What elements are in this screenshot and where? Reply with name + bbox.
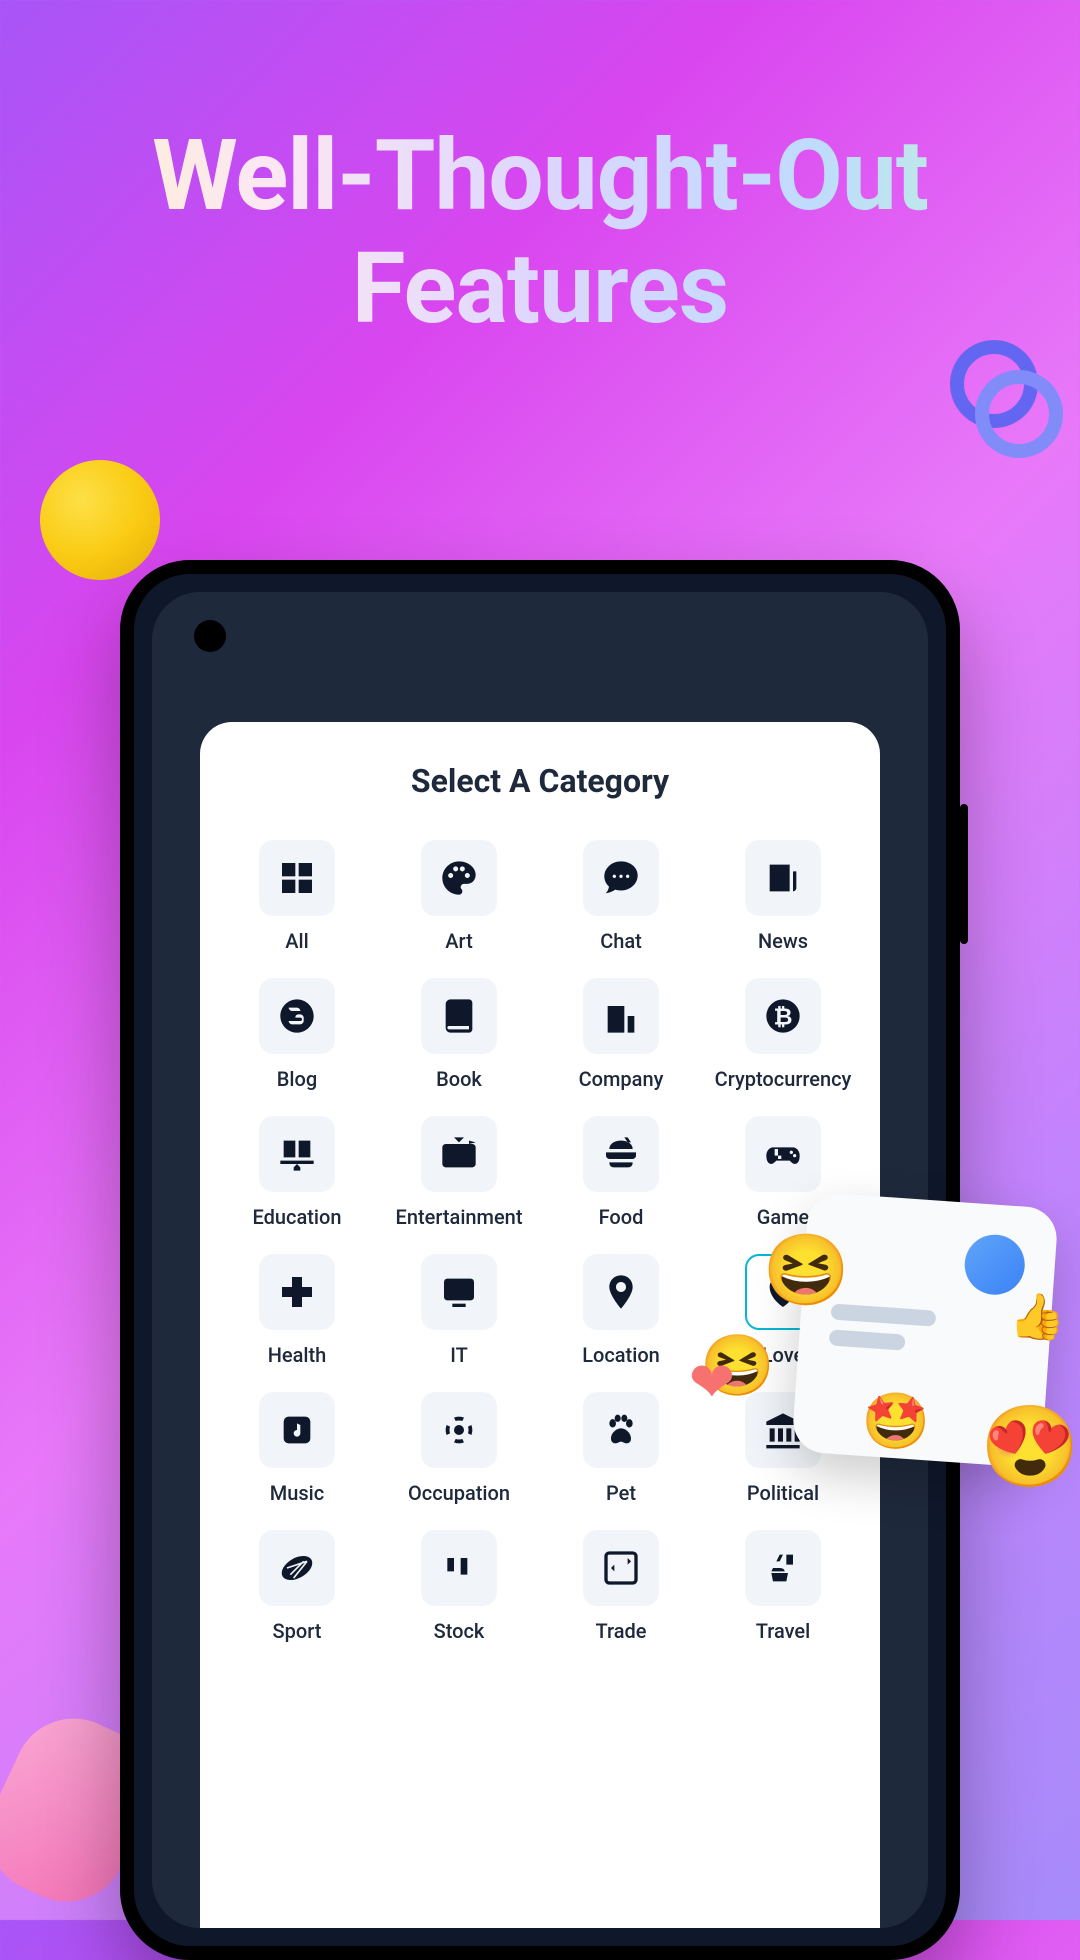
sport-icon bbox=[259, 1530, 335, 1606]
category-label: All bbox=[285, 928, 308, 954]
travel-icon bbox=[745, 1530, 821, 1606]
category-label: Health bbox=[268, 1342, 327, 1368]
category-food[interactable]: Food bbox=[548, 1116, 694, 1230]
category-label: Blog bbox=[277, 1066, 317, 1092]
category-label: Education bbox=[253, 1204, 342, 1230]
book-icon bbox=[421, 978, 497, 1054]
category-location[interactable]: Location bbox=[548, 1254, 694, 1368]
category-company[interactable]: Company bbox=[548, 978, 694, 1092]
headline-line2: Features bbox=[352, 231, 728, 346]
category-occupation[interactable]: Occupation bbox=[386, 1392, 532, 1506]
grid-icon bbox=[259, 840, 335, 916]
palette-icon bbox=[421, 840, 497, 916]
category-label: Travel bbox=[756, 1618, 810, 1644]
education-icon bbox=[259, 1116, 335, 1192]
category-chat[interactable]: Chat bbox=[548, 840, 694, 954]
gamepad-icon bbox=[745, 1116, 821, 1192]
category-label: IT bbox=[450, 1342, 468, 1368]
category-all[interactable]: All bbox=[224, 840, 370, 954]
category-label: Game bbox=[757, 1204, 810, 1230]
newspaper-icon bbox=[745, 840, 821, 916]
category-label: Entertainment bbox=[396, 1204, 523, 1230]
category-art[interactable]: Art bbox=[386, 840, 532, 954]
rings-decoration bbox=[950, 340, 1050, 440]
music-icon bbox=[259, 1392, 335, 1468]
category-label: Cryptocurrency bbox=[715, 1066, 852, 1092]
category-news[interactable]: News bbox=[710, 840, 856, 954]
health-icon bbox=[259, 1254, 335, 1330]
headline-line1: Well-Thought-Out bbox=[152, 118, 928, 233]
category-label: Political bbox=[747, 1480, 819, 1506]
stock-icon bbox=[421, 1530, 497, 1606]
occupation-icon bbox=[421, 1392, 497, 1468]
paw-icon bbox=[583, 1392, 659, 1468]
category-label: Location bbox=[582, 1342, 660, 1368]
camera-hole bbox=[194, 620, 226, 652]
category-entertainment[interactable]: Entertainment bbox=[386, 1116, 532, 1230]
blogger-icon bbox=[259, 978, 335, 1054]
category-cryptocurrency[interactable]: ₿ Cryptocurrency bbox=[710, 978, 856, 1092]
building-icon bbox=[583, 978, 659, 1054]
food-icon bbox=[583, 1116, 659, 1192]
category-modal: Select A Category All Art Chat News Blog Book… bbox=[200, 722, 880, 1928]
location-icon bbox=[583, 1254, 659, 1330]
card-line bbox=[829, 1329, 906, 1350]
heart-eyes-emoji-icon: 😍 bbox=[980, 1400, 1080, 1494]
category-label: Stock bbox=[434, 1618, 485, 1644]
category-label: Pet bbox=[606, 1480, 636, 1506]
avatar-icon bbox=[963, 1233, 1027, 1297]
category-book[interactable]: Book bbox=[386, 978, 532, 1092]
category-label: Chat bbox=[600, 928, 642, 954]
thumbs-up-icon: 👍 bbox=[1009, 1290, 1065, 1343]
trade-icon bbox=[583, 1530, 659, 1606]
bitcoin-icon: ₿ bbox=[745, 978, 821, 1054]
category-it[interactable]: IT bbox=[386, 1254, 532, 1368]
category-music[interactable]: Music bbox=[224, 1392, 370, 1506]
category-pet[interactable]: Pet bbox=[548, 1392, 694, 1506]
category-label: News bbox=[758, 928, 808, 954]
category-sport[interactable]: Sport bbox=[224, 1530, 370, 1644]
category-health[interactable]: Health bbox=[224, 1254, 370, 1368]
modal-title: Select A Category bbox=[224, 762, 856, 800]
category-education[interactable]: Education bbox=[224, 1116, 370, 1230]
category-label: Art bbox=[445, 928, 472, 954]
category-label: Book bbox=[436, 1066, 482, 1092]
laughing-emoji-icon: 😆 bbox=[763, 1230, 850, 1312]
phone-side-button bbox=[960, 804, 968, 944]
svg-text:₿: ₿ bbox=[773, 1002, 792, 1030]
category-label: Occupation bbox=[408, 1480, 510, 1506]
category-grid: All Art Chat News Blog Book Company ₿ Cryptocurr… bbox=[224, 840, 856, 1644]
page-headline: Well-Thought-Out Features bbox=[0, 0, 1080, 345]
category-blog[interactable]: Blog bbox=[224, 978, 370, 1092]
category-label: Music bbox=[270, 1480, 324, 1506]
chat-icon bbox=[583, 840, 659, 916]
category-label: Sport bbox=[273, 1618, 322, 1644]
category-travel[interactable]: Travel bbox=[710, 1530, 856, 1644]
category-stock[interactable]: Stock bbox=[386, 1530, 532, 1644]
heart-3d-icon: ❤ bbox=[689, 1350, 735, 1415]
category-label: Food bbox=[599, 1204, 644, 1230]
star-struck-emoji-icon: 🤩 bbox=[862, 1390, 930, 1454]
category-label: Company bbox=[579, 1066, 664, 1092]
monitor-icon bbox=[421, 1254, 497, 1330]
category-trade[interactable]: Trade bbox=[548, 1530, 694, 1644]
category-label: Trade bbox=[596, 1618, 647, 1644]
tv-icon bbox=[421, 1116, 497, 1192]
